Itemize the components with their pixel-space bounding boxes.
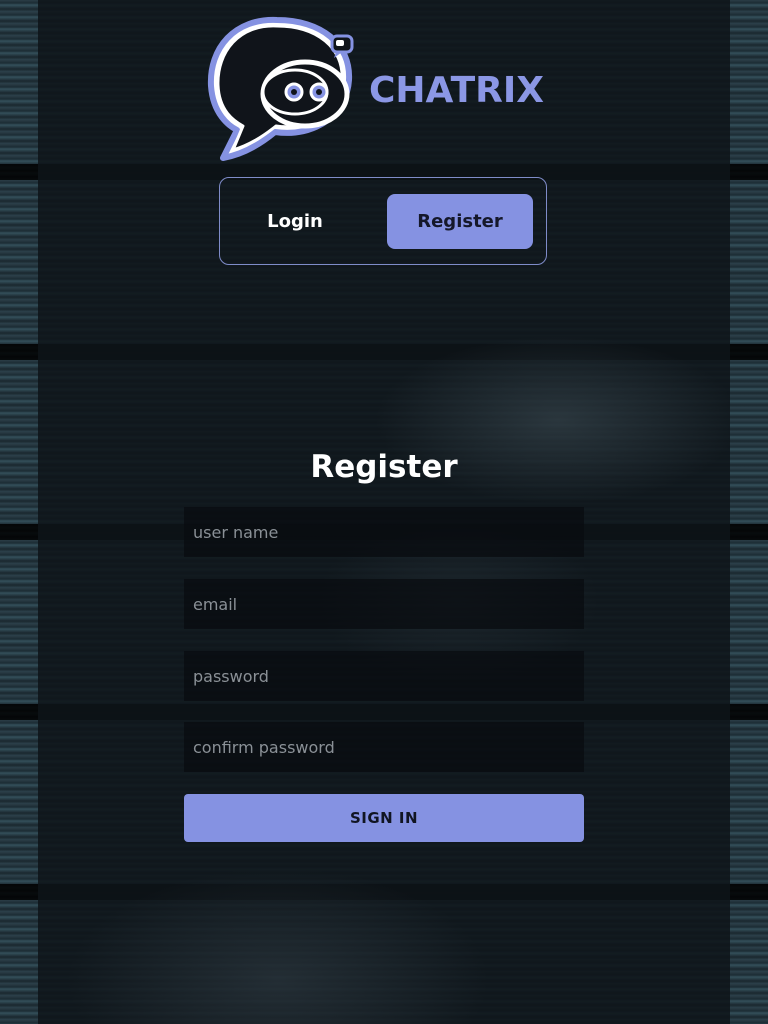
tab-login[interactable]: Login: [222, 194, 368, 249]
confirm-password-input[interactable]: [184, 722, 584, 772]
chat-bubble-mascot-icon: [207, 16, 354, 161]
sign-in-button[interactable]: SIGN IN: [184, 794, 584, 842]
tab-register[interactable]: Register: [387, 194, 533, 249]
password-input[interactable]: [184, 651, 584, 701]
form-title: Register: [310, 449, 458, 485]
brand-name: CHATRIX: [369, 70, 545, 111]
auth-tabs: Login Register: [219, 177, 547, 265]
username-input[interactable]: [184, 507, 584, 557]
email-input[interactable]: [184, 579, 584, 629]
